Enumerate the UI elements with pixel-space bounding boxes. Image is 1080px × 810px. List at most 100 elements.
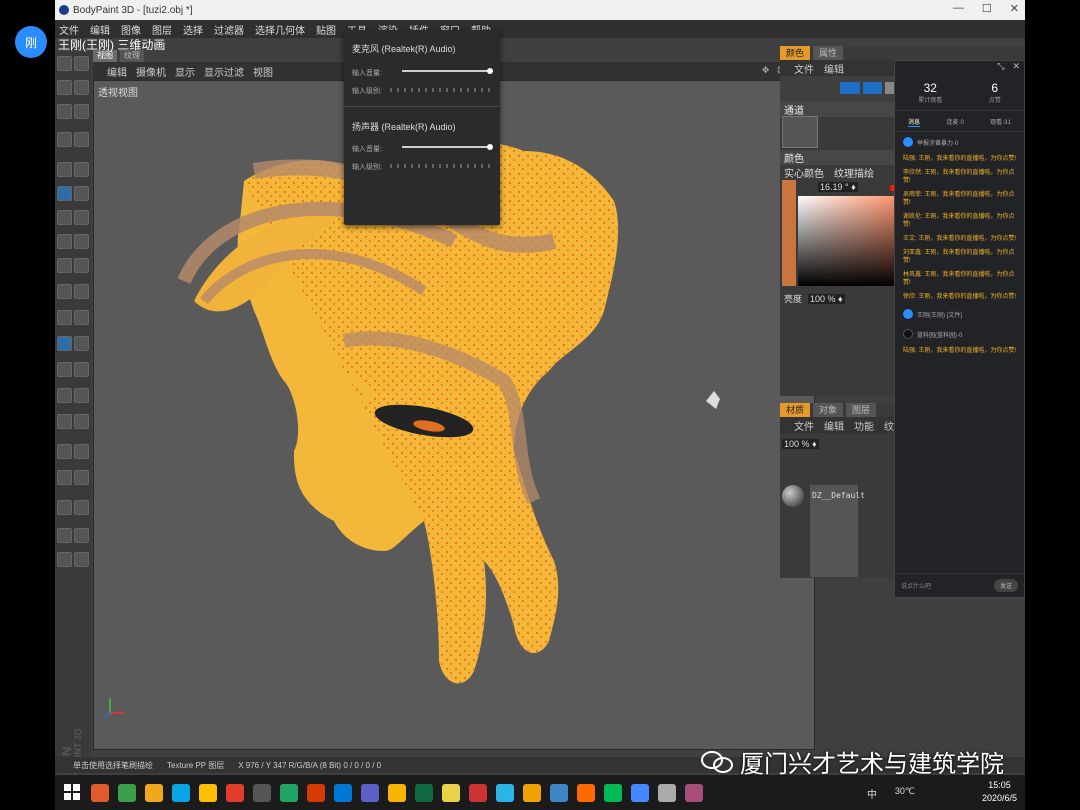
chat-tab[interactable]: 消息 [908,117,921,127]
viewport-menu-item[interactable]: 视图 [253,64,273,79]
tool-button[interactable] [57,104,72,119]
taskbar-app-icon[interactable] [253,783,271,802]
hue-value-field[interactable]: 16.19 ° ♦ [818,182,858,192]
color-menu-file[interactable]: 文件 [794,61,814,76]
taskbar-app-icon[interactable] [658,783,676,802]
tool-button[interactable] [74,552,89,567]
taskbar-app-icon[interactable] [361,783,379,802]
start-icon[interactable] [64,783,82,802]
taskbar-app-icon[interactable] [91,783,109,802]
viewport-menu-item[interactable]: 显示过滤 [204,64,244,79]
tool-button[interactable] [74,470,89,485]
minimize-button[interactable]: — [953,2,964,15]
tool-button[interactable] [74,336,89,351]
viewport-menu-item[interactable]: 摄像机 [136,64,166,79]
menu-item[interactable]: 图层 [152,22,172,37]
taskbar-app-icon[interactable] [523,783,541,802]
tool-button[interactable] [74,56,89,71]
taskbar-app-icon[interactable] [415,783,433,802]
color-menu-edit[interactable]: 编辑 [824,61,844,76]
tool-button[interactable] [57,414,72,429]
tab-layers[interactable]: 图层 [846,403,877,417]
weather-temp[interactable]: 30℃ [895,786,915,797]
material-sphere-icon[interactable] [782,485,804,507]
mat-menu-function[interactable]: 功能 [854,418,874,433]
tool-button[interactable] [74,80,89,95]
clock[interactable]: 15:05 2020/6/5 [982,779,1017,805]
presenter-avatar[interactable]: 刚 [15,26,47,58]
taskbar-app-icon[interactable] [469,783,487,802]
tool-button[interactable] [74,210,89,225]
menu-item[interactable]: 图像 [121,22,141,37]
chat-tab[interactable]: 观看·31 [990,117,1011,127]
mic-volume-knob[interactable] [487,68,494,74]
tool-button[interactable] [57,162,72,177]
tool-button[interactable] [57,336,72,351]
tool-button[interactable] [57,56,72,71]
viewport-menu-item[interactable]: 编辑 [107,64,127,79]
speaker-volume-knob[interactable] [487,144,494,150]
taskbar-app-icon[interactable] [442,783,460,802]
tool-button[interactable] [74,186,89,201]
viewport-menu-item[interactable]: 显示 [175,64,195,79]
tool-button[interactable] [74,500,89,515]
chat-close-icon[interactable]: ✕ [1012,61,1020,75]
tool-button[interactable] [74,162,89,177]
brightness-field[interactable]: 100 % ♦ [808,293,845,304]
ime-indicator[interactable]: 中 [867,786,877,801]
tool-button[interactable] [74,234,89,249]
menu-item[interactable]: 编辑 [90,22,110,37]
tab-attributes[interactable]: 属性 [813,46,844,60]
move-view-icon[interactable]: ✥ [762,65,770,76]
tool-button[interactable] [57,528,72,543]
tab-color[interactable]: 颜色 [780,46,811,60]
tool-button[interactable] [74,258,89,273]
taskbar-app-icon[interactable] [388,783,406,802]
tool-button[interactable] [57,284,72,299]
tool-button[interactable] [57,310,72,325]
material-row[interactable]: DZ__Default [810,485,865,577]
send-button[interactable]: 发送 [993,579,1018,592]
taskbar-app-icon[interactable] [118,783,136,802]
tool-button[interactable] [74,388,89,403]
taskbar-app-icon[interactable] [172,783,190,802]
tool-button[interactable] [57,444,72,459]
active-color-swatch[interactable] [782,180,796,286]
tab-materials[interactable]: 材质 [780,403,811,417]
tool-button[interactable] [57,388,72,403]
taskbar-app-icon[interactable] [199,783,217,802]
tool-button[interactable] [57,132,72,147]
tool-button[interactable] [57,500,72,515]
mic-volume-slider[interactable] [402,68,494,74]
tab-objects[interactable]: 对象 [813,403,844,417]
maximize-button[interactable]: ☐ [982,2,992,15]
chat-tab[interactable]: 连麦·0 [946,117,963,127]
mat-zoom-field[interactable]: 100 % ♦ [782,439,819,449]
tool-button[interactable] [74,528,89,543]
tool-button[interactable] [74,284,89,299]
tool-button[interactable] [74,132,89,147]
menu-item[interactable]: 选择几何体 [255,22,305,37]
channel-swatch[interactable] [782,116,818,148]
tool-button[interactable] [57,470,72,485]
tool-button[interactable] [57,258,72,273]
tool-button[interactable] [57,552,72,567]
mat-menu-file[interactable]: 文件 [794,418,814,433]
menu-item[interactable]: 文件 [59,22,79,37]
tool-button[interactable] [74,444,89,459]
taskbar-app-icon[interactable] [604,783,622,802]
texture-brush-radio[interactable]: 纹理描绘 [834,165,874,180]
taskbar-app-icon[interactable] [334,783,352,802]
tool-button[interactable] [74,414,89,429]
taskbar-app-icon[interactable] [307,783,325,802]
taskbar-app-icon[interactable] [496,783,514,802]
tool-button[interactable] [57,80,72,95]
menu-item[interactable]: 选择 [183,22,203,37]
solid-color-radio[interactable]: 实心颜色 [784,165,824,180]
menu-item[interactable]: 过滤器 [214,22,244,37]
taskbar-app-icon[interactable] [550,783,568,802]
menu-item[interactable]: 贴图 [316,22,336,37]
tool-button[interactable] [57,362,72,377]
tool-button[interactable] [57,234,72,249]
close-button[interactable]: ✕ [1010,2,1019,15]
